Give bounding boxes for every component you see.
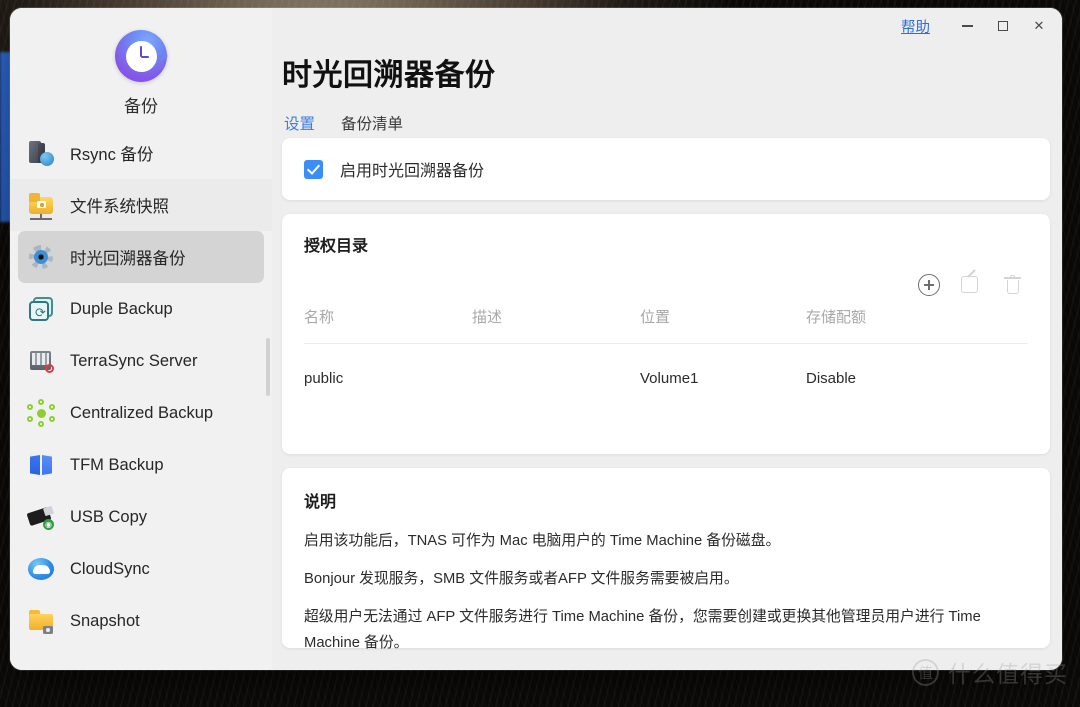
- sidebar-item-rsync-backup[interactable]: Rsync 备份: [10, 127, 272, 179]
- sidebar-item-tfm-backup[interactable]: TFM Backup: [10, 439, 272, 491]
- sidebar-item-label: Centralized Backup: [70, 403, 214, 422]
- sidebar-item-time-machine-backup[interactable]: 时光回溯器备份: [18, 231, 264, 283]
- column-header-description: 描述: [472, 306, 640, 344]
- column-header-location: 位置: [640, 306, 806, 344]
- content-area: 启用时光回溯器备份 授权目录 名称 描述 位置 存储配额 public Volu…: [272, 138, 1062, 670]
- sidebar-item-cloudsync[interactable]: CloudSync: [10, 543, 272, 595]
- sidebar-item-label: Rsync 备份: [70, 146, 154, 164]
- tab-bar: 设置 备份清单: [272, 94, 1062, 143]
- desktop-background: 备份 Rsync 备份 文件系统快照 时光回溯器备份 ⟳ Duple Backu…: [0, 0, 1080, 707]
- sidebar-item-snapshot[interactable]: Snapshot: [10, 595, 272, 647]
- sidebar: 备份 Rsync 备份 文件系统快照 时光回溯器备份 ⟳ Duple Backu…: [10, 8, 272, 670]
- time-machine-clock-icon: [115, 30, 168, 82]
- nas-server-icon: [26, 346, 56, 376]
- sidebar-item-centralized-backup[interactable]: Centralized Backup: [10, 387, 272, 439]
- sidebar-item-label: 文件系统快照: [70, 198, 169, 216]
- edit-directory-button[interactable]: [960, 269, 982, 296]
- enable-backup-label: 启用时光回溯器备份: [340, 163, 485, 180]
- authorized-directories-heading: 授权目录: [304, 238, 369, 255]
- main-panel: 帮助 ✕ 时光回溯器备份 设置 备份清单 启用时光回溯器备份 授权目录 名称 描…: [272, 8, 1062, 670]
- sidebar-item-label: Snapshot: [70, 611, 140, 630]
- cell-description: [472, 344, 640, 388]
- sidebar-item-label: TFM Backup: [70, 455, 164, 474]
- description-lines: 启用该功能后，TNAS 可作为 Mac 电脑用户的 Time Machine 备…: [304, 528, 1028, 656]
- description-line: Bonjour 发现服务，SMB 文件服务或者AFP 文件服务需要被启用。: [304, 571, 739, 587]
- sidebar-item-label: 时光回溯器备份: [70, 250, 186, 268]
- sidebar-item-label: CloudSync: [70, 559, 150, 578]
- cell-name: public: [304, 370, 344, 387]
- cell-quota: Disable: [806, 370, 857, 387]
- sidebar-item-terrasync-server[interactable]: TerraSync Server: [10, 335, 272, 387]
- maximize-button[interactable]: [986, 12, 1020, 40]
- column-header-quota: 存储配额: [806, 306, 1028, 344]
- description-card: 说明 启用该功能后，TNAS 可作为 Mac 电脑用户的 Time Machin…: [282, 468, 1050, 651]
- cloud-icon: [26, 554, 56, 584]
- delete-directory-button[interactable]: [1002, 274, 1024, 296]
- backup-app-window: 备份 Rsync 备份 文件系统快照 时光回溯器备份 ⟳ Duple Backu…: [10, 8, 1062, 670]
- enable-backup-card: 启用时光回溯器备份: [282, 138, 1050, 200]
- add-directory-button[interactable]: [918, 274, 940, 296]
- sidebar-item-usb-copy[interactable]: ◉ USB Copy: [10, 491, 272, 543]
- directories-table: 名称 描述 位置 存储配额 public Volume1 Disable: [304, 306, 1028, 387]
- description-line: 超级用户无法通过 AFP 文件服务进行 Time Machine 备份，您需要创…: [304, 609, 981, 651]
- cell-location: Volume1: [640, 370, 699, 387]
- close-button[interactable]: ✕: [1022, 12, 1056, 40]
- authorized-directories-card: 授权目录 名称 描述 位置 存储配额 public Volume1 Disabl…: [282, 214, 1050, 454]
- sidebar-item-label: TerraSync Server: [70, 351, 198, 370]
- hub-network-icon: [26, 398, 56, 428]
- table-row[interactable]: public Volume1 Disable: [304, 344, 1028, 388]
- table-header-row: 名称 描述 位置 存储配额: [304, 306, 1028, 344]
- server-globe-icon: [26, 138, 56, 168]
- title-bar: 帮助 ✕: [272, 8, 1062, 44]
- duple-sync-icon: ⟳: [26, 294, 56, 324]
- folder-camera-icon: [26, 190, 56, 220]
- app-name: 备份: [124, 97, 158, 116]
- column-header-name: 名称: [304, 306, 472, 344]
- time-machine-icon: [26, 242, 56, 272]
- folder-snapshot-icon: [26, 606, 56, 636]
- minimize-button[interactable]: [950, 12, 984, 40]
- description-heading: 说明: [304, 494, 337, 511]
- help-link[interactable]: 帮助: [901, 16, 930, 37]
- sidebar-item-filesystem-snapshot[interactable]: 文件系统快照: [10, 179, 272, 231]
- page-title: 时光回溯器备份: [282, 59, 496, 92]
- sidebar-scrollbar[interactable]: [266, 338, 270, 396]
- sidebar-item-label: Duple Backup: [70, 299, 173, 318]
- blue-book-icon: [26, 450, 56, 480]
- app-brand: 备份: [10, 8, 272, 127]
- sidebar-item-duple-backup[interactable]: ⟳ Duple Backup: [10, 283, 272, 335]
- enable-backup-checkbox[interactable]: [304, 159, 323, 179]
- description-line: 启用该功能后，TNAS 可作为 Mac 电脑用户的 Time Machine 备…: [304, 533, 781, 549]
- directory-actions-toolbar: [304, 256, 1028, 306]
- usb-stick-icon: ◉: [26, 502, 56, 532]
- sidebar-item-label: USB Copy: [70, 507, 148, 526]
